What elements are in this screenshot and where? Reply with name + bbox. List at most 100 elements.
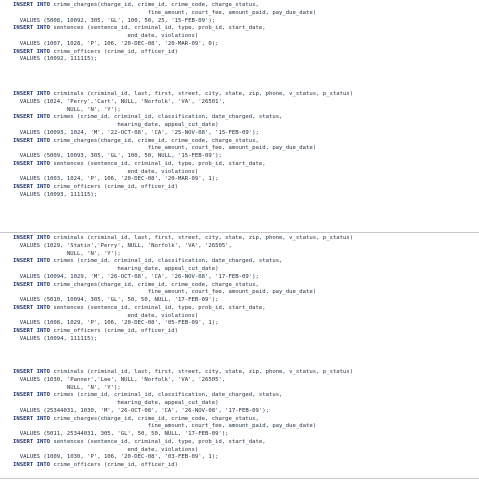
code-line: INSERT INTO sentences (sentence_id, crim…: [13, 25, 475, 33]
sql-text: VALUES (10093, 111115);: [19, 191, 98, 198]
code-line: VALUES (1008, 1029, 'P', 106, '20-DEC-08…: [13, 320, 475, 328]
sql-keyword: INSERT INTO: [13, 2, 54, 8]
code-line: INSERT INTO crime_charges(charge_id, cri…: [13, 282, 475, 290]
sql-text: VALUES (1009, 1030, 'P', 106, '20-DEC-08…: [19, 454, 219, 461]
code-line: INSERT INTO criminals (criminal_id, last…: [13, 369, 475, 377]
sql-text: VALUES (1008, 1029, 'P', 106, '20-DEC-08…: [19, 320, 219, 327]
sql-keyword: INSERT INTO: [13, 369, 54, 375]
code-line: hearing_date, appeal_cut_date): [13, 266, 475, 274]
sql-text: VALUES (5008, 10092, 305, 'GL', 100, 50,…: [19, 17, 216, 24]
sql-keyword: INSERT INTO: [13, 328, 54, 334]
code-line: VALUES (1024, 'Perry','Cart', NULL, 'Nor…: [13, 99, 475, 107]
sql-keyword: INSERT INTO: [13, 392, 54, 399]
sql-text: VALUES (1029, 'Statin','Perry', NULL, 'N…: [19, 242, 232, 249]
sql-keyword: INSERT INTO: [13, 438, 54, 445]
sql-text: end_date, violations): [13, 312, 199, 319]
sql-keyword: INSERT INTO: [13, 114, 54, 121]
code-line: INSERT INTO crime_charges(charge_id, cri…: [13, 416, 475, 424]
sql-text: end_date, violations): [13, 446, 199, 453]
sql-text: sentences (sentence_id, criminal_id, typ…: [53, 160, 266, 167]
sql-text: criminals (criminal_id, last, first, str…: [53, 369, 354, 375]
code-line: fine_amount, court_fee, amount_paid, pay…: [13, 423, 475, 431]
sql-text: crime_charges(charge_id, crime_id, crime…: [53, 137, 259, 144]
sql-text: crimes (crime_id, criminal_id, classific…: [53, 392, 283, 399]
sql-text: VALUES (10094, 111115);: [19, 335, 98, 342]
sql-text: crime_officers (crime_id, officer_id): [53, 328, 179, 334]
sql-text: fine_amount, court_fee, amount_paid, pay…: [13, 289, 317, 296]
code-line: fine_amount, court_fee, amount_paid, pay…: [13, 145, 475, 153]
code-line: INSERT INTO sentences (sentence_id, crim…: [13, 161, 475, 169]
code-line: VALUES (1030, 'Panner','Lee', NULL, 'Nor…: [13, 377, 475, 385]
code-line: VALUES (10093, 111115);: [13, 192, 475, 200]
sql-block-2: INSERT INTO criminals (criminal_id, last…: [13, 91, 475, 200]
sql-keyword: INSERT INTO: [13, 462, 54, 468]
section-divider: [0, 478, 479, 479]
sql-text: fine_amount, court_fee, amount_paid, pay…: [13, 423, 317, 430]
sql-keyword: INSERT INTO: [13, 160, 54, 167]
code-line: INSERT INTO crime_officers (crime_id, of…: [13, 462, 475, 470]
code-line: INSERT INTO crime_officers (crime_id, of…: [13, 328, 475, 336]
code-line: INSERT INTO crime_officers (crime_id, of…: [13, 49, 475, 57]
sql-block-1: INSERT INTO crime_charges(charge_id, cri…: [13, 2, 475, 64]
sql-keyword: INSERT INTO: [13, 304, 54, 311]
sql-text: hearing_date, appeal_cut_date): [13, 122, 219, 128]
sql-text: VALUES (1003, 1024, 'P', 106, '20-DEC-08…: [19, 176, 219, 183]
sql-script-page: INSERT INTO crime_charges(charge_id, cri…: [0, 0, 479, 492]
sql-keyword: INSERT INTO: [13, 281, 54, 288]
code-line: hearing_date, appeal_cut_date): [13, 122, 475, 130]
sql-text: sentences (sentence_id, criminal_id, typ…: [53, 438, 266, 445]
code-line: NULL, 'N', 'Y');: [13, 107, 475, 115]
section-divider: [0, 232, 479, 233]
sql-block-3: INSERT INTO criminals (criminal_id, last…: [13, 235, 475, 344]
code-line: VALUES (5009, 10093, 305, 'GL', 100, 50,…: [13, 153, 475, 161]
code-line: VALUES (1029, 'Statin','Perry', NULL, 'N…: [13, 243, 475, 251]
sql-text: criminals (criminal_id, last, first, str…: [53, 91, 354, 97]
sql-text: crimes (crime_id, criminal_id, classific…: [53, 258, 283, 265]
sql-text: end_date, violations): [13, 168, 199, 175]
code-line: VALUES (5011, 25344031, 305, 'GL', 50, 5…: [13, 431, 475, 439]
code-line: INSERT INTO crime_charges(charge_id, cri…: [13, 138, 475, 146]
code-line: INSERT INTO crimes (crime_id, criminal_i…: [13, 258, 475, 266]
sql-keyword: INSERT INTO: [13, 415, 54, 422]
code-line: INSERT INTO sentences (sentence_id, crim…: [13, 305, 475, 313]
code-line: INSERT INTO criminals (criminal_id, last…: [13, 235, 475, 243]
sql-text: hearing_date, appeal_cut_date): [13, 266, 219, 272]
code-line: VALUES (10093, 1024, 'M', '22-OCT-08', '…: [13, 130, 475, 138]
sql-text: crime_charges(charge_id, crime_id, crime…: [53, 2, 259, 8]
code-line: INSERT INTO crime_charges(charge_id, cri…: [13, 2, 475, 10]
sql-keyword: INSERT INTO: [13, 137, 54, 144]
sql-text: VALUES (10092, 111115);: [19, 56, 98, 63]
sql-text: NULL, 'N', 'Y');: [13, 106, 121, 113]
sql-keyword: INSERT INTO: [13, 184, 54, 190]
code-line: VALUES (10094, 1029, 'M', '26-OCT-08', '…: [13, 274, 475, 282]
sql-text: VALUES (10093, 1024, 'M', '22-OCT-08', '…: [19, 129, 259, 136]
code-line: NULL, 'N', 'Y');: [13, 385, 475, 393]
sql-keyword: INSERT INTO: [13, 235, 54, 241]
code-line: end_date, violations): [13, 313, 475, 321]
sql-text: sentences (sentence_id, criminal_id, typ…: [53, 25, 266, 32]
sql-text: crime_officers (crime_id, officer_id): [53, 48, 179, 55]
sql-text: VALUES (10094, 1029, 'M', '26-OCT-08', '…: [19, 273, 259, 280]
sql-text: criminals (criminal_id, last, first, str…: [53, 235, 354, 241]
sql-text: crime_charges(charge_id, crime_id, crime…: [53, 281, 259, 288]
sql-text: VALUES (5009, 10093, 305, 'GL', 100, 50,…: [19, 153, 222, 159]
sql-keyword: INSERT INTO: [13, 25, 54, 32]
code-line: end_date, violations): [13, 447, 475, 455]
sql-text: VALUES (1007, 1028, 'P', 106, '20-DEC-08…: [19, 40, 219, 47]
code-line: end_date, violations): [13, 33, 475, 41]
code-line: VALUES (25344031, 1030, 'M', '26-OCT-08'…: [13, 408, 475, 416]
code-line: hearing_date, appeal_cut_date): [13, 400, 475, 408]
sql-text: crimes (crime_id, criminal_id, classific…: [53, 114, 283, 121]
code-line: INSERT INTO criminals (criminal_id, last…: [13, 91, 475, 99]
sql-text: hearing_date, appeal_cut_date): [13, 400, 219, 406]
